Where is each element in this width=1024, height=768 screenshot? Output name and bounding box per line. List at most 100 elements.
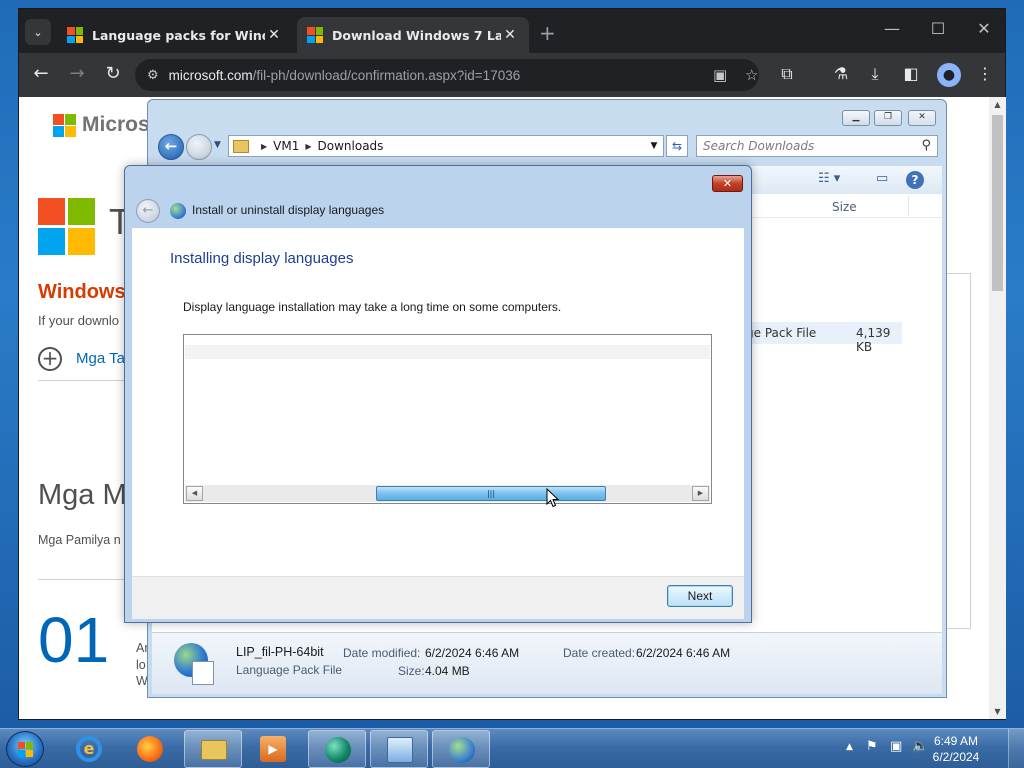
search-icon[interactable]: ⚲ — [921, 138, 931, 153]
windows-flag-icon — [18, 742, 33, 757]
taskbar-firefox[interactable] — [121, 730, 179, 768]
internet-explorer-icon: e — [76, 736, 102, 762]
language-list[interactable]: ◀ ||| ▶ — [183, 334, 712, 504]
section-text: Mga Pamilya n — [38, 533, 121, 547]
download-note: If your downlo — [38, 313, 119, 328]
expand-plus-icon[interactable]: + — [38, 347, 62, 371]
show-desktop-button[interactable] — [1008, 729, 1024, 768]
preview-pane-icon[interactable]: ▭ — [876, 171, 888, 186]
scrollbar-thumb[interactable]: ||| — [376, 486, 606, 501]
scroll-down-icon[interactable]: ▼ — [989, 707, 1006, 716]
folder-icon — [201, 740, 227, 760]
scrollbar-thumb[interactable] — [992, 115, 1003, 291]
taskbar-media-player[interactable]: ▶ — [244, 730, 302, 768]
back-icon[interactable]: ← — [158, 134, 184, 160]
column-size[interactable]: Size — [832, 200, 857, 214]
file-type-detail: Language Pack File — [236, 663, 343, 677]
explorer-address-bar[interactable]: ▶ VM1 ▶ Downloads ▼ — [228, 135, 664, 157]
tab-language-packs[interactable]: Language packs for Windows ✕ — [57, 17, 293, 53]
minimize-icon[interactable]: ▁ — [842, 110, 870, 126]
reload-icon[interactable]: ↻ — [101, 63, 125, 87]
section-heading: Mga M — [38, 479, 127, 511]
control-panel-icon — [387, 737, 413, 763]
breadcrumb-item[interactable]: Downloads — [318, 139, 384, 153]
extensions-icon[interactable]: ⧉ — [776, 64, 798, 84]
new-tab-icon[interactable]: + — [539, 21, 556, 45]
media-player-icon: ▶ — [260, 736, 286, 762]
size-value: 4.04 MB — [425, 664, 470, 678]
close-icon[interactable]: ✕ — [712, 175, 743, 192]
restore-icon[interactable]: ❐ — [874, 110, 902, 126]
expand-link[interactable]: Mga Ta — [76, 350, 125, 367]
back-icon[interactable]: ← — [29, 63, 53, 87]
taskbar-language-installer[interactable] — [432, 730, 490, 768]
tab-title: Language packs for Windows — [92, 27, 265, 43]
taskbar-explorer[interactable] — [184, 730, 242, 768]
forward-icon[interactable] — [186, 134, 212, 160]
install-languages-dialog: ✕ ← Install or uninstall display languag… — [124, 165, 752, 623]
minimize-icon[interactable]: — — [877, 19, 907, 38]
browser-globe-icon — [325, 737, 351, 763]
microsoft-favicon-icon — [67, 27, 83, 43]
microsoft-favicon-icon — [307, 27, 323, 43]
help-icon[interactable]: ? — [906, 171, 924, 189]
windows-heading: Windows — [38, 281, 126, 303]
taskbar-chrome[interactable] — [308, 730, 366, 768]
refresh-icon[interactable]: ⇆ — [666, 135, 688, 157]
menu-icon[interactable]: ⋮ — [974, 64, 996, 83]
close-icon[interactable]: ✕ — [908, 110, 936, 126]
clock-time: 6:49 AM — [933, 734, 979, 748]
tab-title: Download Windows 7 Languag — [332, 27, 501, 43]
date-modified-value: 6/2/2024 6:46 AM — [425, 646, 520, 660]
profile-avatar-icon[interactable]: ● — [937, 63, 961, 87]
dialog-description: Display language installation may take a… — [183, 300, 562, 314]
side-panel-icon[interactable]: ◧ — [900, 64, 922, 83]
tab-close-icon[interactable]: ✕ — [265, 27, 283, 43]
search-input[interactable]: Search Downloads ⚲ — [696, 135, 938, 157]
tab-search-button[interactable]: ⌄ — [25, 19, 51, 45]
show-hidden-icons-icon[interactable]: ▲ — [846, 742, 853, 752]
taskbar-control-panel[interactable] — [370, 730, 428, 768]
view-options-icon[interactable]: ☷ ▾ — [818, 171, 840, 186]
volume-muted-icon[interactable]: 🔈 — [912, 739, 928, 754]
scroll-up-icon[interactable]: ▲ — [989, 100, 1006, 109]
taskbar: e ▶ ▲ ⚑ ▣ 🔈 6:49 AM 6/2/2024 — [0, 728, 1024, 768]
close-icon[interactable]: ✕ — [969, 19, 999, 38]
microsoft-logo-icon — [53, 113, 76, 137]
labs-icon[interactable]: ⚗ — [830, 64, 852, 83]
details-pane: LIP_fil-PH-64bit Language Pack File Date… — [152, 632, 942, 694]
horizontal-scrollbar[interactable]: ◀ ||| ▶ — [185, 485, 710, 502]
date-modified-label: Date modified: — [343, 646, 421, 660]
file-row[interactable]: ge Pack File 4,139 KB — [742, 322, 902, 354]
tab-download-windows7[interactable]: Download Windows 7 Languag ✕ — [297, 17, 529, 53]
step-text: lo — [136, 658, 146, 672]
dialog-title: Install or uninstall display languages — [192, 203, 385, 217]
maximize-icon[interactable]: ☐ — [923, 19, 953, 38]
translate-icon[interactable]: ▣ — [713, 66, 727, 84]
forward-icon[interactable]: → — [65, 63, 89, 87]
browser-toolbar: ← → ↻ ⚙ microsoft.com/fil-ph/download/co… — [19, 53, 1005, 97]
chevron-down-icon[interactable]: ▼ — [645, 141, 663, 151]
scroll-right-icon[interactable]: ▶ — [692, 486, 709, 501]
recent-pages-icon[interactable]: ▼ — [214, 140, 221, 150]
scroll-left-icon[interactable]: ◀ — [186, 486, 203, 501]
url-text: microsoft.com/fil-ph/download/confirmati… — [168, 67, 521, 83]
clock-date: 6/2/2024 — [932, 750, 980, 764]
start-button[interactable] — [6, 731, 44, 767]
address-bar[interactable]: ⚙ microsoft.com/fil-ph/download/confirma… — [135, 59, 759, 91]
size-label: Size: — [398, 664, 425, 678]
breadcrumb-item[interactable]: VM1 — [273, 139, 299, 153]
dialog-body: Installing display languages Display lan… — [132, 228, 744, 576]
network-icon[interactable]: ▣ — [890, 739, 902, 754]
back-icon[interactable]: ← — [136, 199, 160, 223]
mouse-cursor-icon — [546, 488, 560, 508]
site-info-icon[interactable]: ⚙ — [147, 68, 159, 83]
action-center-flag-icon[interactable]: ⚑ — [866, 739, 878, 754]
taskbar-internet-explorer[interactable]: e — [60, 730, 118, 768]
page-scrollbar[interactable]: ▲ ▼ — [989, 97, 1006, 719]
download-icon[interactable]: ⤓ — [864, 64, 886, 84]
bookmark-star-icon[interactable]: ☆ — [745, 66, 758, 84]
clock[interactable]: 6:49 AM 6/2/2024 — [930, 733, 982, 765]
tab-close-icon[interactable]: ✕ — [501, 27, 519, 43]
next-button[interactable]: Next — [667, 585, 733, 607]
